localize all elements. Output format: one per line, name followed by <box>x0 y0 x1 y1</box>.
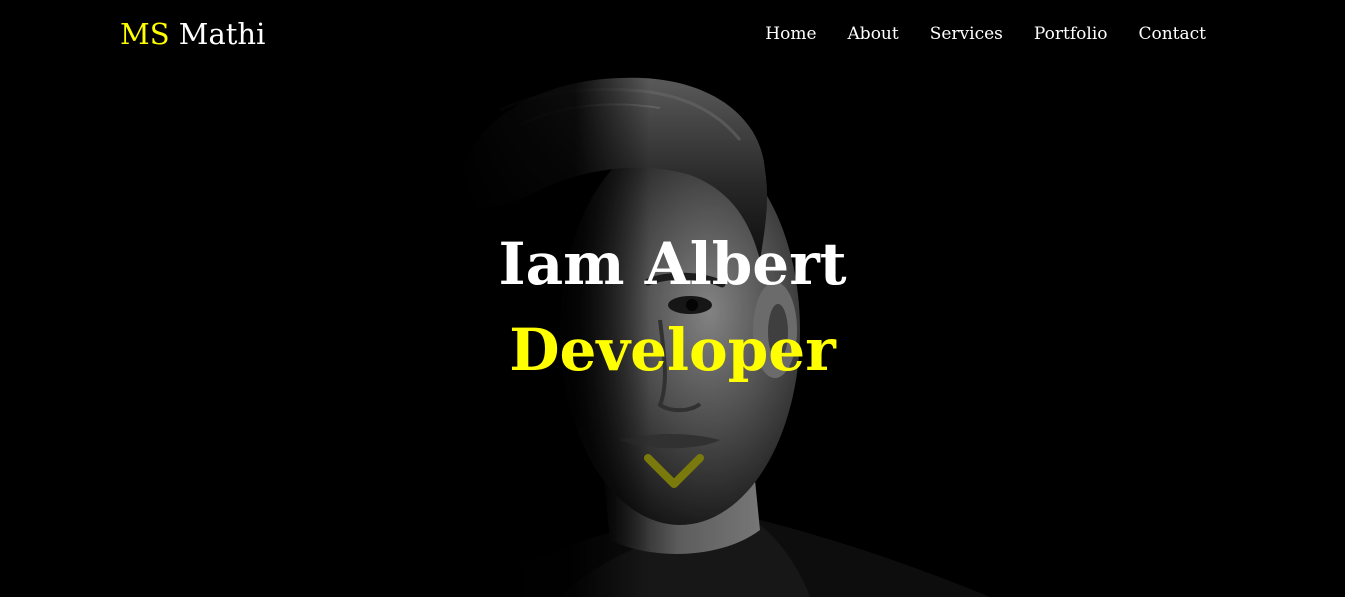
hero-role: Developer <box>509 316 836 384</box>
brand-initials: MS <box>120 17 170 51</box>
top-navbar: MS Mathi Home About Services Portfolio C… <box>0 0 1345 70</box>
nav-link-contact[interactable]: Contact <box>1138 22 1206 46</box>
nav-link-home[interactable]: Home <box>765 22 816 46</box>
nav-link-services[interactable]: Services <box>930 22 1003 46</box>
hero-section: MS Mathi Home About Services Portfolio C… <box>0 0 1345 597</box>
chevron-down-icon[interactable] <box>642 452 706 494</box>
brand-logo[interactable]: MS Mathi <box>120 16 265 52</box>
brand-name: Mathi <box>178 17 266 51</box>
main-nav: Home About Services Portfolio Contact <box>765 22 1206 46</box>
hero-headline: Iam Albert <box>498 230 847 298</box>
nav-link-portfolio[interactable]: Portfolio <box>1034 22 1108 46</box>
nav-link-about[interactable]: About <box>848 22 899 46</box>
